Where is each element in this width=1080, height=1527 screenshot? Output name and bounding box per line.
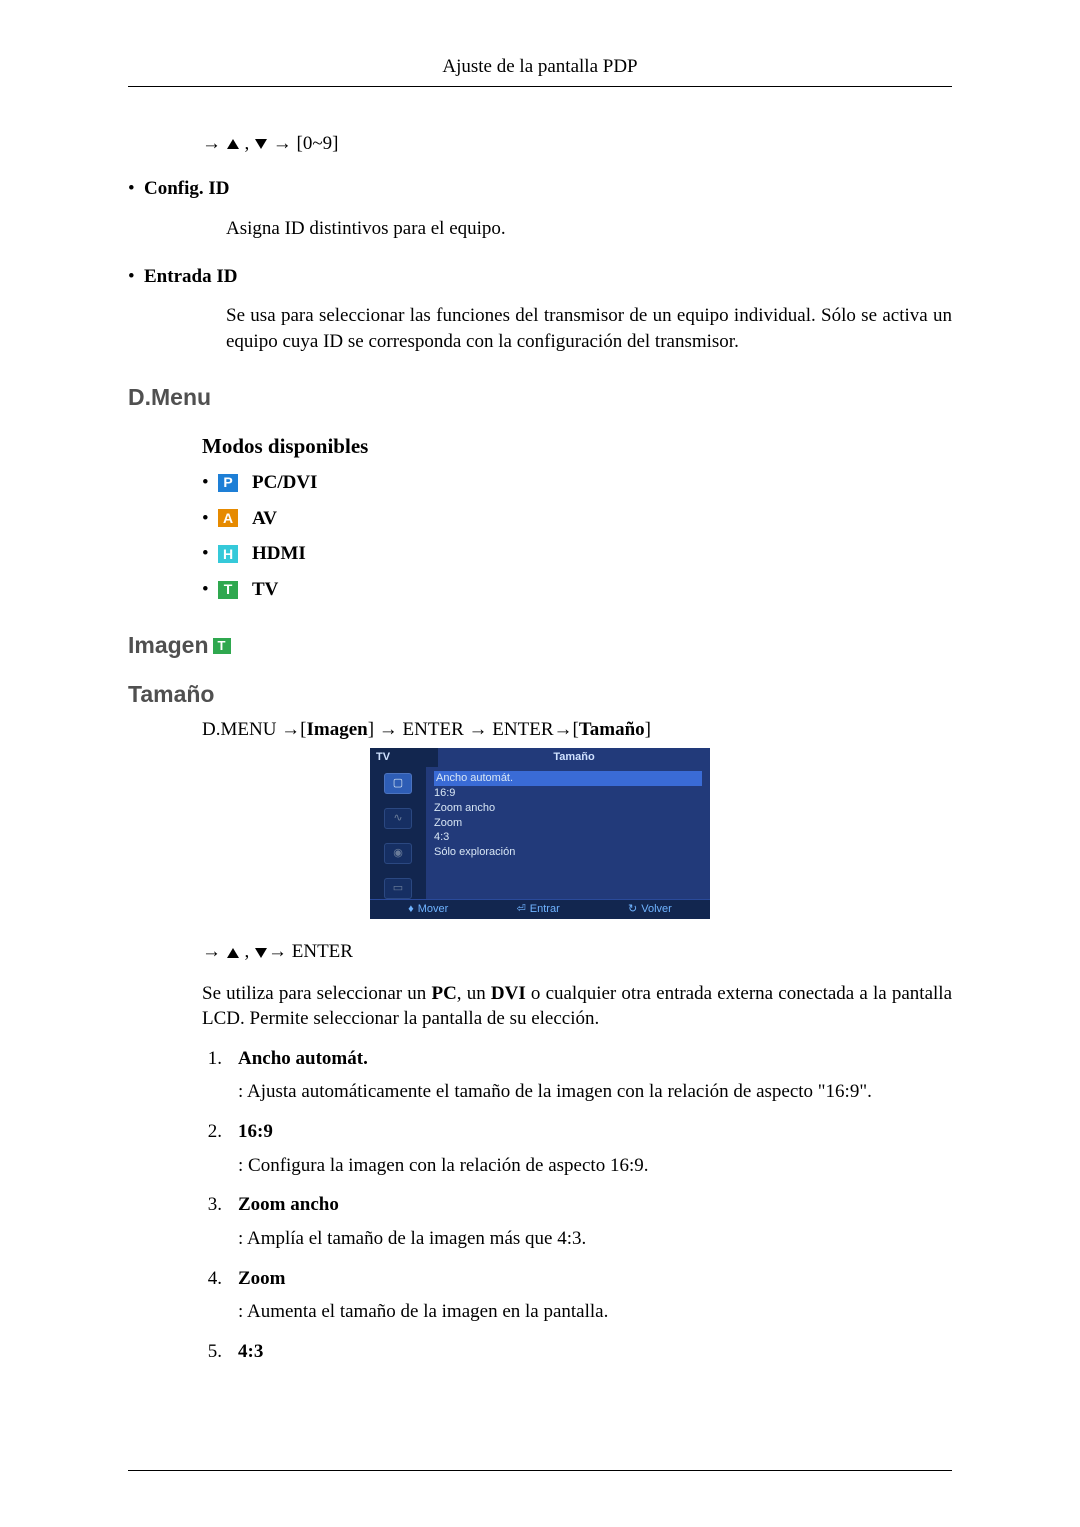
bullet-entrada-id: • Entrada ID — [128, 264, 952, 290]
bullet-dot-icon: • — [202, 506, 208, 532]
osd-footer-entrar-label: Entrar — [530, 902, 560, 917]
list-item-4: 4. Zoom — [202, 1266, 952, 1292]
list-item-5: 5. 4:3 — [202, 1339, 952, 1365]
heading-modos: Modos disponibles — [202, 432, 952, 460]
mode-pc-label: PC/DVI — [252, 470, 317, 496]
list-title: 16:9 — [238, 1119, 952, 1145]
osd-side-icon-image: ▢ — [384, 773, 412, 794]
badge-p-icon: P — [218, 474, 238, 492]
intro-part1: Se utiliza para seleccionar un — [202, 983, 431, 1004]
list-item-3: 3. Zoom ancho — [202, 1192, 952, 1218]
osd-side-icon-channel: ◉ — [384, 843, 412, 864]
osd-side-icon-setup: ▭ — [384, 878, 412, 899]
mode-hdmi-label: HDMI — [252, 541, 306, 567]
up-icon — [227, 948, 239, 958]
osd-top-right: Tamaño — [438, 748, 710, 767]
mode-av-label: AV — [252, 506, 277, 532]
osd-top-left: TV — [370, 748, 438, 767]
path-post: ] — [645, 719, 651, 740]
osd-item: 16:9 — [434, 786, 702, 801]
mode-av: • A AV — [202, 506, 952, 532]
list-num: 5. — [202, 1339, 222, 1365]
path-imagen: Imagen — [307, 719, 368, 740]
down-icon — [255, 948, 267, 958]
osd-footer-mover-label: Mover — [418, 902, 449, 917]
entrada-id-label: Entrada ID — [144, 264, 237, 290]
list-item-2: 2. 16:9 — [202, 1119, 952, 1145]
osd-titlebar: TV Tamaño — [370, 748, 710, 767]
path-tamano: Tamaño — [579, 719, 645, 740]
bullet-dot-icon: • — [128, 176, 134, 202]
bullet-dot-icon: • — [128, 264, 134, 290]
page-header: Ajuste de la pantalla PDP — [128, 54, 952, 80]
entrada-id-desc: Se usa para seleccionar las funciones de… — [226, 303, 952, 354]
path-pre: D.MENU →[ — [202, 719, 307, 740]
heading-dmenu: D.Menu — [128, 382, 952, 413]
bullet-config-id: • Config. ID — [128, 176, 952, 202]
nav-enter: → , → ENTER — [202, 939, 952, 965]
osd-menu: Ancho automát. 16:9 Zoom ancho Zoom 4:3 … — [426, 767, 710, 899]
list-title: 4:3 — [238, 1339, 952, 1365]
heading-imagen-text: Imagen — [128, 630, 209, 661]
osd-screenshot: TV Tamaño ▢ ∿ ◉ ▭ Ancho automát. 16:9 Zo… — [370, 748, 710, 919]
osd-body: ▢ ∿ ◉ ▭ Ancho automát. 16:9 Zoom ancho Z… — [370, 767, 710, 899]
intro-dvi: DVI — [491, 983, 526, 1004]
list-num: 4. — [202, 1266, 222, 1292]
list-title: Ancho automát. — [238, 1046, 952, 1072]
osd-item: 4:3 — [434, 830, 702, 845]
list-num: 2. — [202, 1119, 222, 1145]
down-icon — [255, 139, 267, 149]
list-num: 3. — [202, 1192, 222, 1218]
list-title: Zoom ancho — [238, 1192, 952, 1218]
osd-footer: ♦ Mover ⏎ Entrar ↻ Volver — [370, 899, 710, 919]
bullet-dot-icon: • — [202, 541, 208, 567]
list-item-1: 1. Ancho automát. — [202, 1046, 952, 1072]
list-desc-3: : Amplía el tamaño de la imagen más que … — [238, 1226, 952, 1252]
nav-range: [0~9] — [297, 133, 339, 154]
enter-label: ENTER — [292, 941, 353, 962]
osd-item-selected: Ancho automát. — [434, 771, 702, 786]
config-id-desc: Asigna ID distintivos para el equipo. — [226, 216, 952, 242]
header-rule — [128, 86, 952, 87]
menu-path: D.MENU →[Imagen] → ENTER → ENTER→[Tamaño… — [202, 717, 952, 743]
footer-rule — [128, 1470, 952, 1471]
osd-footer-volver-label: Volver — [641, 902, 672, 917]
mode-tv-label: TV — [252, 577, 278, 603]
mode-pc: • P PC/DVI — [202, 470, 952, 496]
mode-tv: • T TV — [202, 577, 952, 603]
mode-hdmi: • H HDMI — [202, 541, 952, 567]
heading-imagen: Imagen T — [128, 630, 952, 661]
bullet-dot-icon: • — [202, 470, 208, 496]
osd-footer-mover: ♦ Mover — [408, 902, 448, 917]
page: Ajuste de la pantalla PDP → , → [0~9] • … — [0, 0, 1080, 1527]
osd-item: Zoom ancho — [434, 801, 702, 816]
path-mid: ] → ENTER → ENTER→[ — [368, 719, 579, 740]
up-icon — [227, 139, 239, 149]
modes-list: • P PC/DVI • A AV • H HDMI • T TV — [202, 470, 952, 603]
list-desc-2: : Configura la imagen con la relación de… — [238, 1153, 952, 1179]
intro-mid: , un — [457, 983, 491, 1004]
nav-sequence: → , → [0~9] — [202, 131, 952, 157]
osd-sidebar: ▢ ∿ ◉ ▭ — [370, 767, 426, 899]
badge-t-icon: T — [213, 638, 231, 654]
badge-h-icon: H — [218, 545, 238, 563]
osd-footer-volver: ↻ Volver — [628, 902, 672, 917]
osd-item: Zoom — [434, 816, 702, 831]
osd-footer-entrar: ⏎ Entrar — [517, 902, 560, 917]
bullet-dot-icon: • — [202, 577, 208, 603]
heading-tamano: Tamaño — [128, 679, 952, 710]
osd-item: Sólo exploración — [434, 845, 702, 860]
intro-pc: PC — [431, 983, 456, 1004]
list-desc-1: : Ajusta automáticamente el tamaño de la… — [238, 1079, 952, 1105]
badge-a-icon: A — [218, 509, 238, 527]
list-desc-4: : Aumenta el tamaño de la imagen en la p… — [238, 1299, 952, 1325]
config-id-label: Config. ID — [144, 176, 230, 202]
badge-t-icon: T — [218, 581, 238, 599]
list-num: 1. — [202, 1046, 222, 1072]
osd-side-icon-sound: ∿ — [384, 808, 412, 829]
tamano-intro: Se utiliza para seleccionar un PC, un DV… — [202, 981, 952, 1032]
list-title: Zoom — [238, 1266, 952, 1292]
